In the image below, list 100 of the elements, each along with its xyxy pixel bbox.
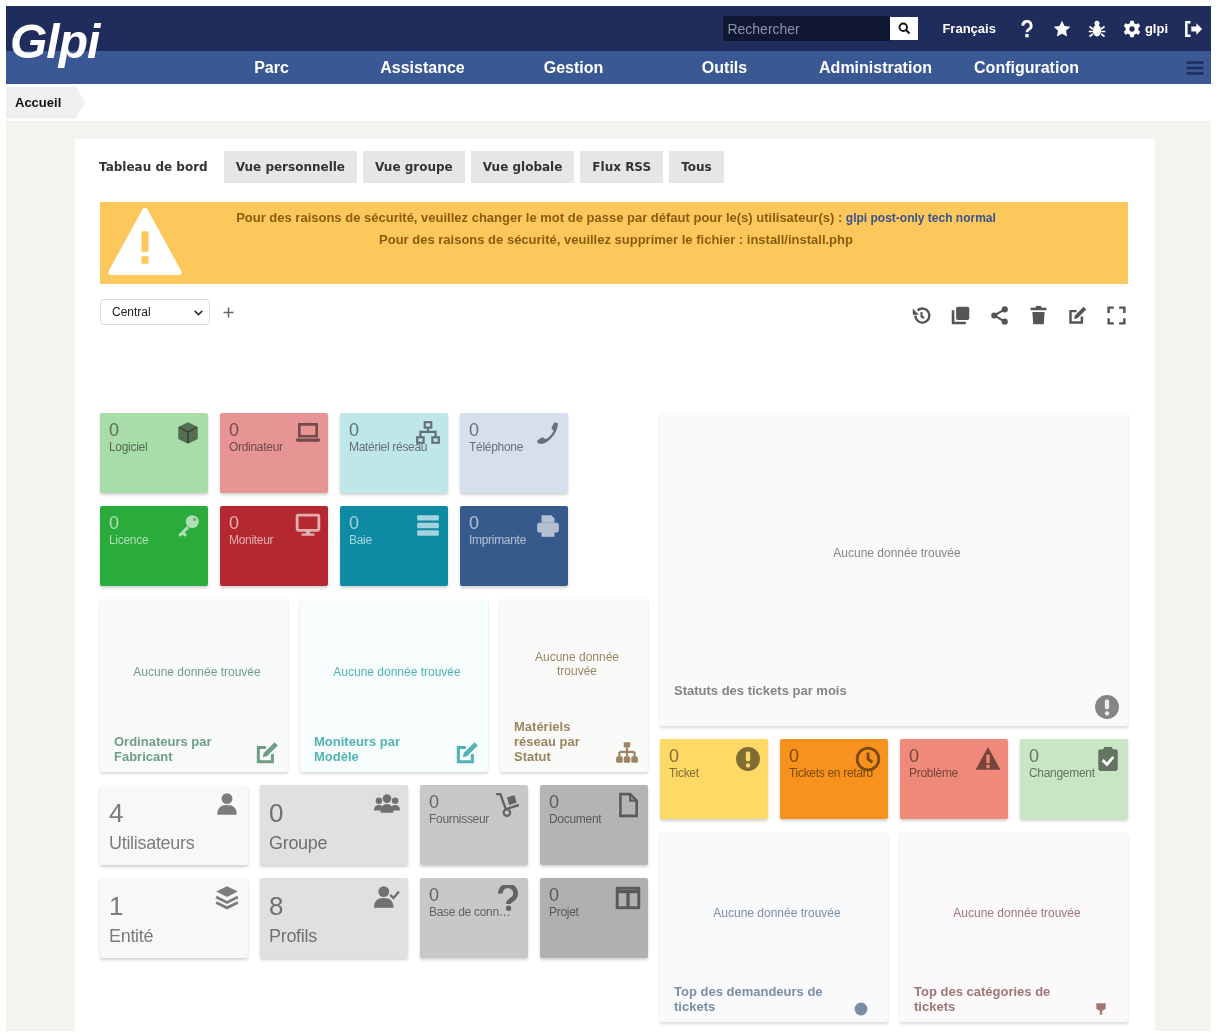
chart-title: Matériels réseau par Statut xyxy=(514,719,581,766)
menu-item[interactable]: Parc xyxy=(196,58,347,77)
empty-message: Aucune donnée trouvée xyxy=(832,545,962,562)
chart-title: Top des catégories de tickets xyxy=(914,984,1052,1016)
count: 0 xyxy=(429,792,439,812)
card-label: Projet xyxy=(549,905,579,919)
chart-title: Statuts des tickets par mois xyxy=(674,683,847,700)
warning-icon xyxy=(106,208,184,278)
search-icon xyxy=(896,21,912,36)
server-icon xyxy=(415,513,441,539)
count: 0 xyxy=(229,420,239,440)
count: 0 xyxy=(549,885,559,905)
menu-item[interactable]: Assistance xyxy=(347,58,498,77)
card-label: Téléphone xyxy=(469,440,523,454)
count: 0 xyxy=(789,746,799,766)
tab[interactable]: Vue personnelle xyxy=(223,151,357,183)
monitor-icon xyxy=(295,513,321,539)
card-label: Imprimante xyxy=(469,533,527,547)
count: 0 xyxy=(429,885,439,905)
clipboard-check-icon xyxy=(1095,746,1121,772)
stat-card[interactable]: 0 Document xyxy=(540,785,648,865)
menu-item[interactable]: Administration xyxy=(800,58,951,77)
delete-icon[interactable] xyxy=(1028,304,1049,326)
stat-card[interactable]: 0 Matériel réseau xyxy=(340,413,448,493)
stat-card[interactable]: 0 Fournisseur xyxy=(420,785,528,865)
hand-truck-icon xyxy=(495,792,521,818)
exclamation-icon xyxy=(1094,694,1120,720)
count: 8 xyxy=(269,891,284,921)
count: 0 xyxy=(909,746,919,766)
empty-message: Aucune donnée trouvée xyxy=(712,905,842,922)
stat-card[interactable]: 0 Projet xyxy=(540,878,648,958)
edit-icon xyxy=(254,740,280,766)
chart-title: Ordinateurs par Fabricant xyxy=(114,734,213,766)
stat-card[interactable]: 0 Licence xyxy=(100,506,208,586)
warning-message: Pour des raisons de sécurité, veuillez changer le mot de passe par défaut pour le(s) utilisateur(s) : glpi post-only tech normal xyxy=(236,210,996,225)
card-label: Profils xyxy=(269,925,317,947)
clone-icon[interactable] xyxy=(950,304,971,326)
fullscreen-icon[interactable] xyxy=(1106,304,1127,326)
empty-message: Aucune donnée trouvée xyxy=(952,905,1082,922)
stat-card[interactable]: 0 Logiciel xyxy=(100,413,208,493)
user-check-icon xyxy=(374,884,400,910)
stat-card[interactable]: 0 Base de conn… xyxy=(420,878,528,958)
card-label: Baie xyxy=(349,533,372,547)
user-link[interactable]: glpi xyxy=(1121,18,1168,39)
count: 4 xyxy=(109,798,124,828)
search-button[interactable] xyxy=(890,17,919,40)
stat-card[interactable]: 0 Groupe xyxy=(260,785,408,865)
stat-card[interactable]: 4 Utilisateurs xyxy=(100,785,248,865)
tab[interactable]: Vue globale xyxy=(470,151,575,183)
count: 0 xyxy=(349,513,359,533)
card-label: Matériel réseau xyxy=(349,440,428,454)
stat-card[interactable]: 0 Problème xyxy=(900,739,1008,819)
count: 0 xyxy=(269,798,284,828)
search-field[interactable]: Rechercher xyxy=(723,16,891,41)
chart-title: Top des demandeurs de tickets xyxy=(674,984,824,1016)
stat-card[interactable]: 0 Ordinateur xyxy=(220,413,328,493)
layers-icon xyxy=(214,884,240,910)
count: 0 xyxy=(549,792,559,812)
stat-card[interactable]: 0 Imprimante xyxy=(460,506,568,586)
empty-message: Aucune donnée trouvée xyxy=(533,649,621,680)
card-label: Entité xyxy=(109,925,154,947)
card-label: Changement xyxy=(1029,766,1095,780)
edit-icon xyxy=(454,740,480,766)
count: 0 xyxy=(669,746,679,766)
stat-card[interactable]: 0 Ticket xyxy=(660,739,768,819)
stat-card[interactable]: 8 Profils xyxy=(260,878,408,958)
logout-icon[interactable] xyxy=(1183,18,1203,39)
printer-icon xyxy=(535,513,561,539)
card-label: Base de conn… xyxy=(429,905,511,919)
history-icon[interactable] xyxy=(911,304,932,326)
key-icon xyxy=(175,513,201,539)
count: 0 xyxy=(469,513,479,533)
tab[interactable]: Tous xyxy=(669,151,724,183)
user-list-link[interactable]: glpi post-only tech normal xyxy=(845,211,996,225)
menu-item[interactable]: Outils xyxy=(649,58,800,77)
bug-icon[interactable] xyxy=(1086,18,1107,39)
stat-card[interactable]: 0 Changement xyxy=(1020,739,1128,819)
card-label: Groupe xyxy=(269,832,328,854)
count: 0 xyxy=(469,420,479,440)
stat-card[interactable]: 0 Baie xyxy=(340,506,448,586)
tab[interactable]: Flux RSS xyxy=(580,151,664,183)
breadcrumb-item[interactable]: Accueil xyxy=(6,86,86,119)
dashboard-select[interactable]: Central xyxy=(100,299,210,325)
logo[interactable]: Glpi xyxy=(10,18,100,66)
language-link[interactable]: Français xyxy=(942,21,996,36)
tab[interactable]: Vue groupe xyxy=(363,151,465,183)
share-icon[interactable] xyxy=(989,304,1010,326)
stat-card[interactable]: 0 Moniteur xyxy=(220,506,328,586)
count: 0 xyxy=(349,420,359,440)
edit-icon[interactable] xyxy=(1067,304,1088,326)
stat-card[interactable]: 1 Entité xyxy=(100,878,248,958)
card-label: Ordinateur xyxy=(229,440,283,454)
phone-icon xyxy=(535,420,561,446)
stat-card[interactable]: 0 Téléphone xyxy=(460,413,568,493)
exclamation-icon xyxy=(735,746,761,772)
menu-item[interactable]: Gestion xyxy=(498,58,649,77)
menu-item[interactable]: Configuration xyxy=(951,58,1102,77)
circle-icon xyxy=(854,1002,868,1016)
empty-message: Aucune donnée trouvée xyxy=(332,663,462,681)
pin-icon xyxy=(1094,1002,1108,1016)
